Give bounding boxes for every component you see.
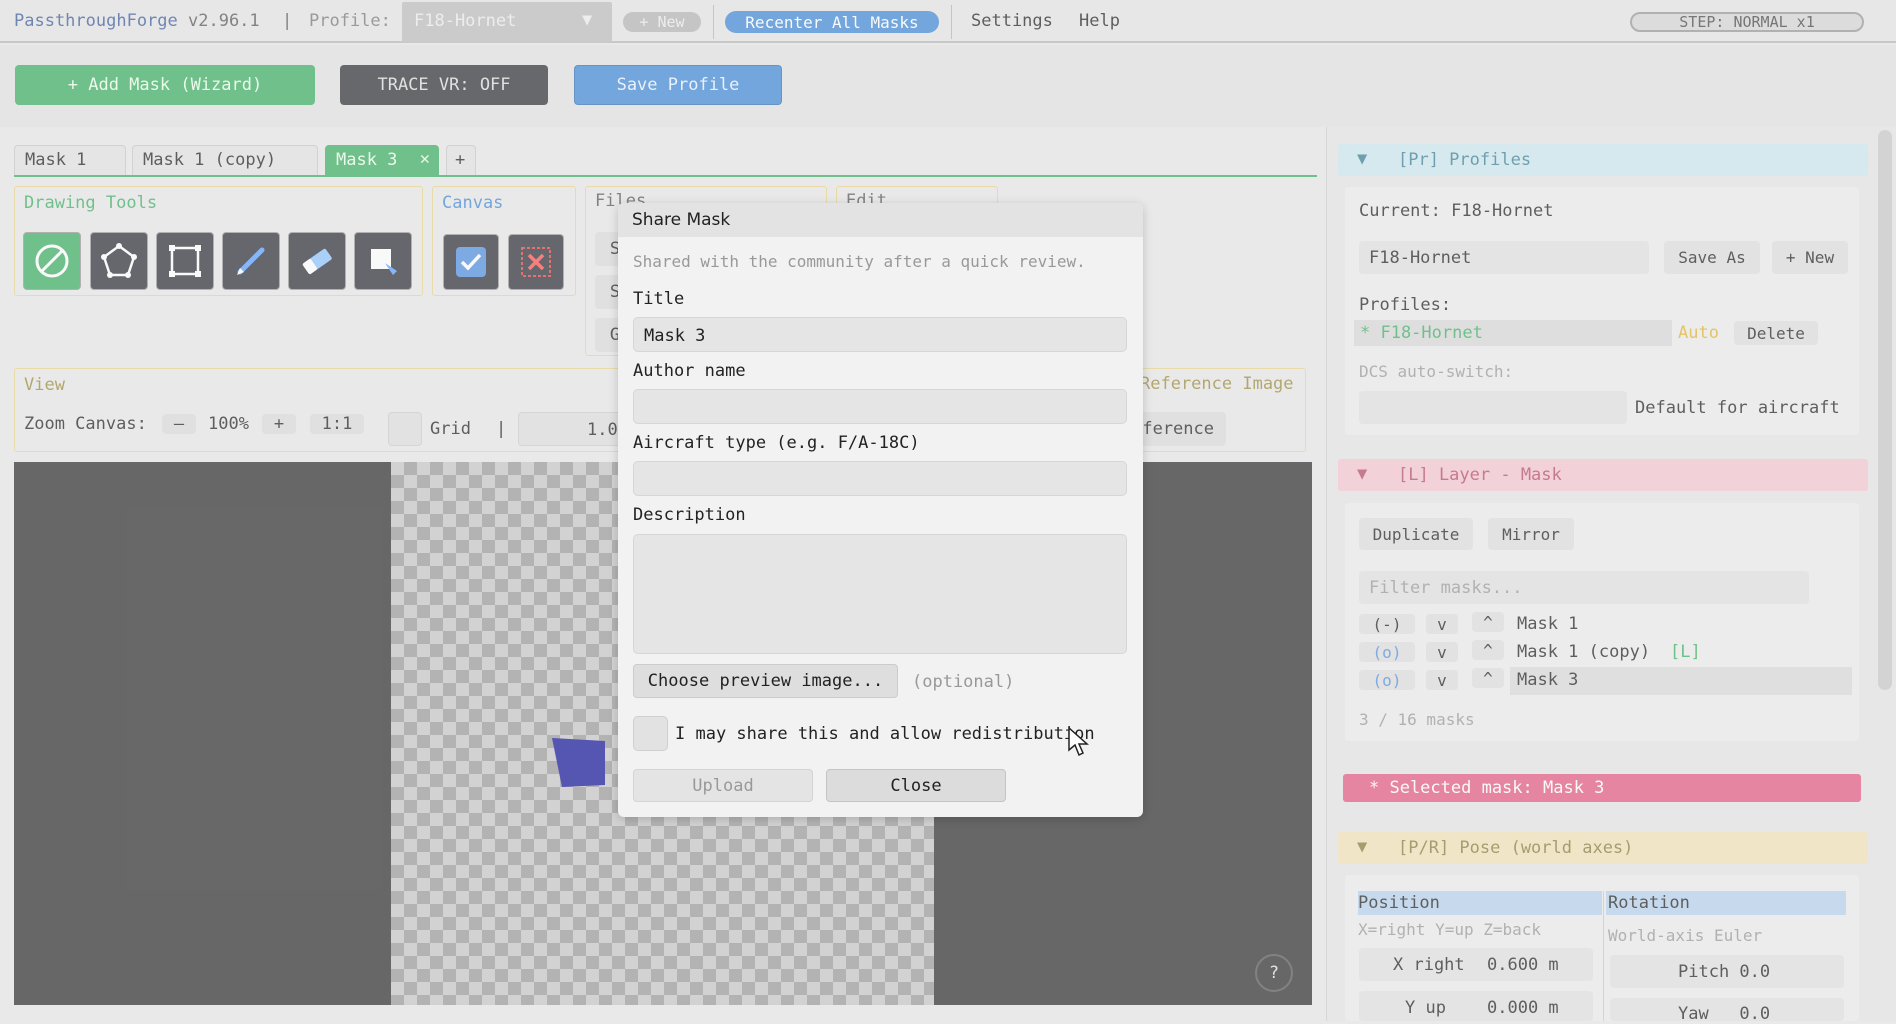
aircraft-field-label: Aircraft type (e.g. F/A-18C) — [633, 433, 920, 453]
dialog-title: Share Mask — [632, 210, 731, 230]
description-field-label: Description — [633, 505, 746, 525]
dialog-subtitle: Shared with the community after a quick … — [633, 252, 1086, 271]
mouse-cursor-icon — [1068, 727, 1089, 757]
title-input[interactable]: Mask 3 — [633, 317, 1127, 352]
preview-optional-label: (optional) — [912, 672, 1015, 692]
title-input-value: Mask 3 — [644, 326, 706, 346]
aircraft-type-input[interactable] — [633, 461, 1127, 496]
consent-label[interactable]: I may share this and allow redistributio… — [675, 724, 1095, 744]
consent-checkbox[interactable] — [633, 716, 668, 751]
title-field-label: Title — [633, 289, 685, 309]
close-dialog-button[interactable]: Close — [826, 769, 1006, 802]
dialog-title-bar: Share Mask — [618, 203, 1143, 237]
description-textarea[interactable] — [633, 534, 1127, 654]
author-field-label: Author name — [633, 361, 746, 381]
choose-preview-image-button[interactable]: Choose preview image... — [633, 664, 898, 698]
author-name-input[interactable] — [633, 389, 1127, 424]
upload-button[interactable]: Upload — [633, 769, 813, 802]
